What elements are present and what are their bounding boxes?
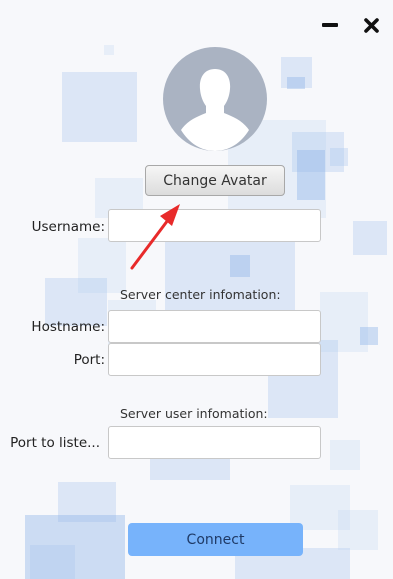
port-field[interactable]: [108, 343, 321, 376]
background-square: [338, 510, 378, 550]
login-window: Change Avatar Username: Server center in…: [0, 0, 393, 579]
background-square: [287, 77, 305, 89]
server-user-section-title: Server user infomation:: [120, 406, 268, 421]
server-center-section-title: Server center infomation:: [120, 287, 281, 302]
minimize-button[interactable]: [319, 14, 341, 36]
minimize-icon: [322, 23, 338, 27]
port-label: Port:: [73, 352, 105, 368]
listen-port-label: Port to liste...: [10, 435, 100, 451]
connect-button[interactable]: Connect: [128, 523, 303, 556]
background-square: [360, 327, 378, 345]
hostname-field[interactable]: [108, 310, 321, 343]
close-icon: [363, 17, 379, 33]
background-square: [330, 440, 360, 470]
background-square: [330, 148, 348, 166]
username-field[interactable]: [108, 209, 321, 242]
background-square: [30, 545, 75, 579]
background-square: [62, 72, 137, 142]
avatar: [163, 47, 267, 151]
user-silhouette-icon: [181, 69, 249, 151]
username-label: Username:: [31, 219, 105, 235]
background-square: [353, 221, 387, 255]
close-button[interactable]: [360, 14, 382, 36]
listen-port-field[interactable]: [108, 426, 321, 459]
background-square: [104, 45, 114, 55]
hostname-label: Hostname:: [31, 319, 105, 335]
background-square: [230, 255, 250, 277]
change-avatar-button[interactable]: Change Avatar: [145, 165, 285, 196]
background-square: [297, 150, 325, 200]
